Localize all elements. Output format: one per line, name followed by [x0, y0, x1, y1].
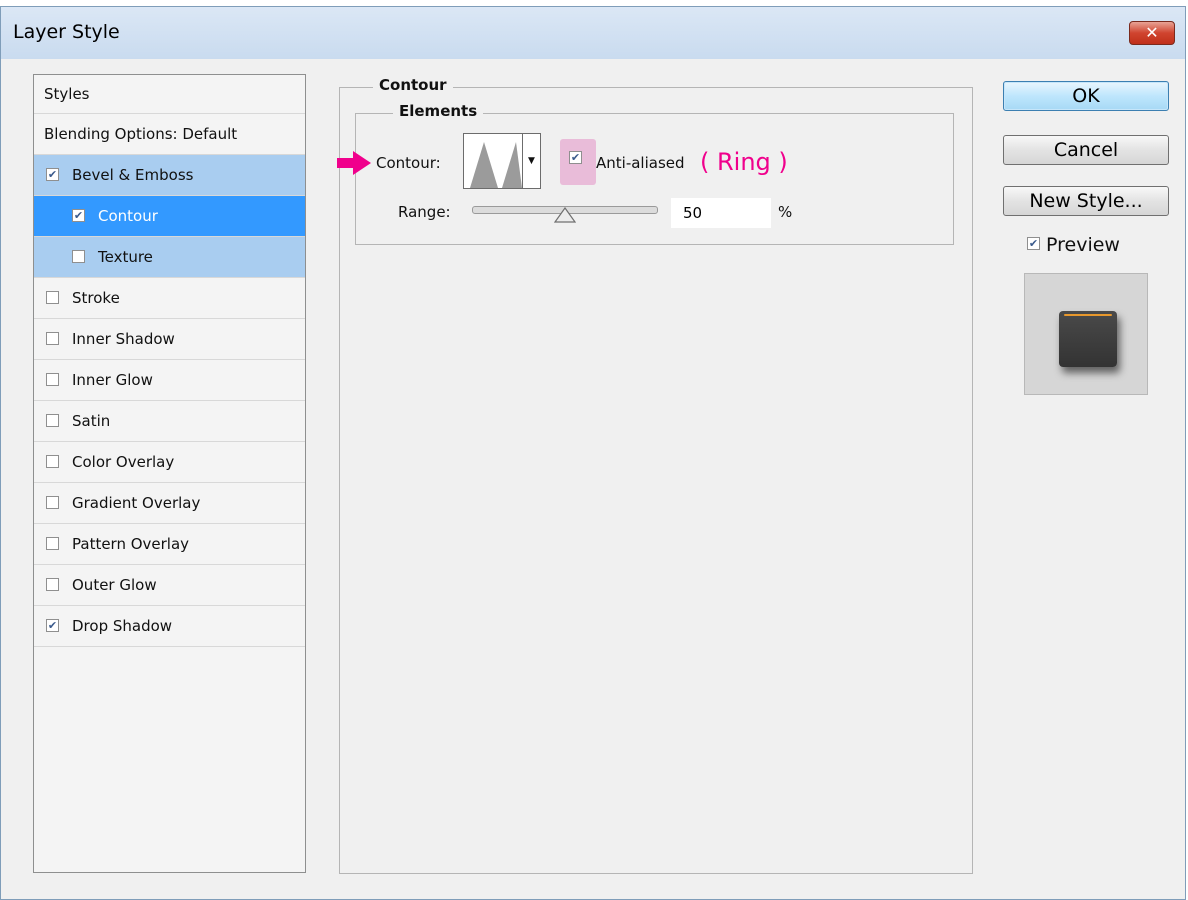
style-item-label: Blending Options: Default [44, 125, 238, 143]
anti-aliased-highlight: ✔ [560, 139, 596, 185]
inner-glow-checkbox[interactable] [46, 373, 59, 386]
style-item-label: Bevel & Emboss [72, 166, 194, 184]
range-input[interactable] [671, 198, 771, 228]
contour-checkbox[interactable]: ✔ [72, 209, 85, 222]
preview-swatch [1059, 311, 1117, 367]
stroke-checkbox[interactable] [46, 291, 59, 304]
check-icon: ✔ [73, 209, 84, 222]
texture-checkbox[interactable] [72, 250, 85, 263]
close-button[interactable]: ✕ [1129, 21, 1175, 45]
styles-list: Styles Blending Options: Default ✔ Bevel… [33, 74, 306, 873]
style-item-drop-shadow[interactable]: ✔ Drop Shadow [34, 606, 305, 647]
bevel-emboss-checkbox[interactable]: ✔ [46, 168, 59, 181]
new-style-button[interactable]: New Style... [1003, 186, 1169, 216]
style-item-stroke[interactable]: Stroke [34, 278, 305, 319]
anti-aliased-checkbox[interactable]: ✔ [569, 151, 582, 164]
satin-checkbox[interactable] [46, 414, 59, 427]
style-item-label: Pattern Overlay [72, 535, 190, 553]
style-item-label: Drop Shadow [72, 617, 173, 635]
range-unit-label: % [778, 203, 793, 221]
close-icon: ✕ [1145, 23, 1159, 42]
anti-aliased-label: Anti-aliased [596, 154, 685, 172]
elements-group [355, 113, 954, 245]
style-item-label: Inner Glow [72, 371, 153, 389]
style-item-inner-shadow[interactable]: Inner Shadow [34, 319, 305, 360]
style-item-label: Satin [72, 412, 111, 430]
style-item-label: Color Overlay [72, 453, 175, 471]
ring-annotation: ( Ring ) [700, 148, 788, 176]
drop-shadow-checkbox[interactable]: ✔ [46, 619, 59, 632]
check-icon: ✔ [570, 151, 581, 164]
styles-header[interactable]: Styles [34, 75, 305, 114]
preview-label: Preview [1046, 234, 1120, 256]
outer-glow-checkbox[interactable] [46, 578, 59, 591]
style-item-label: Inner Shadow [72, 330, 175, 348]
color-overlay-checkbox[interactable] [46, 455, 59, 468]
range-slider-thumb[interactable] [554, 207, 576, 225]
style-item-bevel-emboss[interactable]: ✔ Bevel & Emboss [34, 155, 305, 196]
contour-group-legend: Contour [373, 76, 453, 94]
cancel-button[interactable]: Cancel [1003, 135, 1169, 165]
arrow-right-icon [337, 151, 371, 175]
style-item-blending-options[interactable]: Blending Options: Default [34, 114, 305, 155]
style-preview-thumbnail [1024, 273, 1148, 395]
style-item-pattern-overlay[interactable]: Pattern Overlay [34, 524, 305, 565]
inner-shadow-checkbox[interactable] [46, 332, 59, 345]
style-item-contour[interactable]: ✔ Contour [34, 196, 305, 237]
style-item-color-overlay[interactable]: Color Overlay [34, 442, 305, 483]
preview-toggle[interactable]: ✔ Preview [1027, 234, 1120, 256]
style-item-outer-glow[interactable]: Outer Glow [34, 565, 305, 606]
contour-curve-icon [470, 142, 522, 188]
style-item-label: Outer Glow [72, 576, 157, 594]
contour-picker[interactable]: ▼ [463, 133, 541, 189]
chevron-down-icon: ▼ [528, 156, 535, 166]
gradient-overlay-checkbox[interactable] [46, 496, 59, 509]
style-item-satin[interactable]: Satin [34, 401, 305, 442]
style-item-gradient-overlay[interactable]: Gradient Overlay [34, 483, 305, 524]
contour-dropdown-button[interactable]: ▼ [522, 134, 540, 188]
check-icon: ✔ [1028, 237, 1039, 250]
preview-checkbox[interactable]: ✔ [1027, 237, 1040, 250]
style-item-label: Gradient Overlay [72, 494, 201, 512]
style-item-texture[interactable]: Texture [34, 237, 305, 278]
style-item-label: Texture [98, 248, 153, 266]
range-label: Range: [398, 203, 451, 221]
ok-button[interactable]: OK [1003, 81, 1169, 111]
style-item-label: Contour [98, 207, 158, 225]
contour-label: Contour: [376, 154, 441, 172]
style-item-inner-glow[interactable]: Inner Glow [34, 360, 305, 401]
style-item-label: Stroke [72, 289, 120, 307]
title-bar[interactable]: Layer Style ✕ [1, 7, 1185, 59]
pattern-overlay-checkbox[interactable] [46, 537, 59, 550]
check-icon: ✔ [47, 619, 58, 632]
check-icon: ✔ [47, 168, 58, 181]
window-title: Layer Style [13, 21, 120, 43]
elements-group-legend: Elements [393, 102, 484, 120]
